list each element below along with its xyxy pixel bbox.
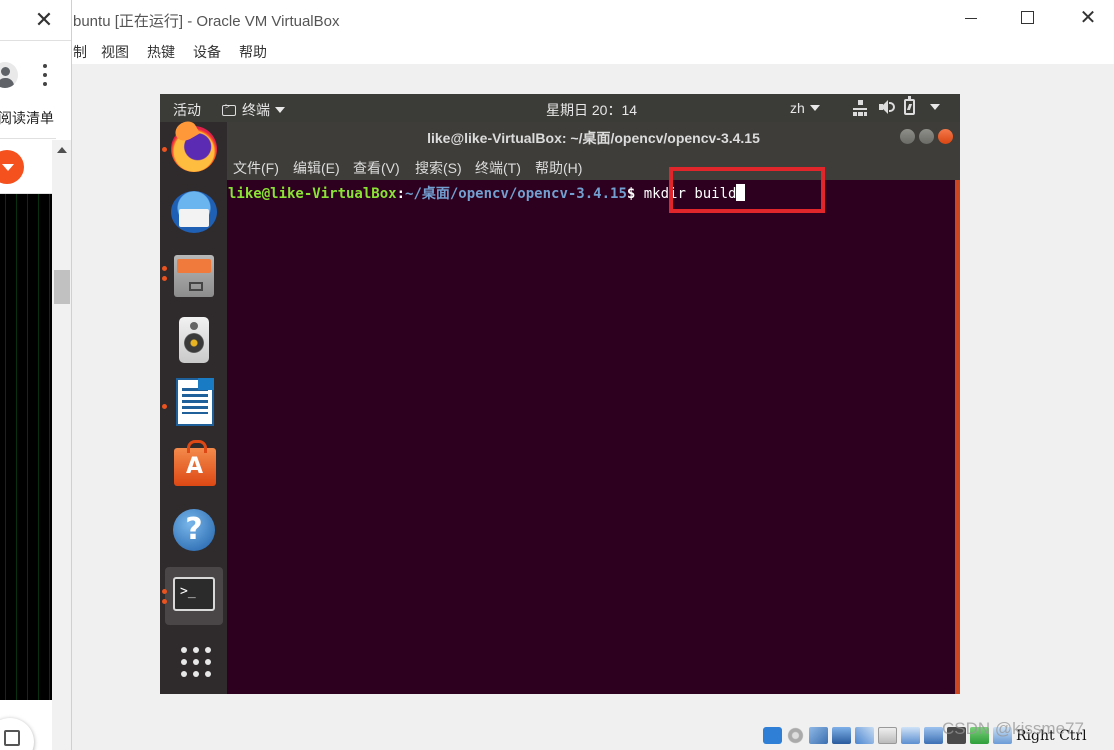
app-menu-label: 终端 <box>242 102 270 118</box>
chevron-down-icon <box>930 104 940 110</box>
browser-close-button[interactable]: ✕ <box>30 6 58 34</box>
libreoffice-writer-icon <box>176 378 214 426</box>
volume-icon <box>878 99 895 115</box>
vbox-titlebar: buntu [正在运行] - Oracle VM VirtualBox ✕ <box>0 0 1114 38</box>
video-capture-icon[interactable] <box>924 727 943 744</box>
terminal-icon: >_ <box>173 577 215 611</box>
usb-icon[interactable] <box>855 727 874 744</box>
vbox-menu-view[interactable]: 视图 <box>101 42 129 62</box>
terminal-close-button[interactable] <box>938 129 953 144</box>
prompt-colon: : <box>396 186 406 202</box>
dock-files[interactable] <box>162 249 223 307</box>
more-options-icon[interactable] <box>40 64 50 86</box>
terminal-small-icon <box>222 102 236 116</box>
firefox-icon <box>171 126 217 172</box>
system-menu[interactable] <box>852 96 940 116</box>
watermark: CSDN @kissme77 <box>942 719 1084 738</box>
dock-help[interactable]: ? <box>165 504 223 562</box>
dropdown-arrow-icon[interactable] <box>0 150 24 184</box>
dock-firefox[interactable] <box>162 122 223 180</box>
prompt-user: like@like-VirtualBox <box>228 186 397 202</box>
browser-scrollbar[interactable] <box>52 140 71 750</box>
display-icon[interactable] <box>901 727 920 744</box>
vbox-menu-help[interactable]: 帮助 <box>239 42 267 62</box>
help-icon: ? <box>173 509 215 551</box>
scrollbar-thumb[interactable] <box>54 270 70 304</box>
clock[interactable]: 星期日 20：14 <box>546 100 637 120</box>
ubuntu-software-icon <box>174 440 216 486</box>
screen: buntu [正在运行] - Oracle VM VirtualBox ✕ 制 … <box>0 0 1114 750</box>
terminal-titlebar[interactable]: like@like-VirtualBox: ~/桌面/opencv/opencv… <box>227 122 960 152</box>
vm-guest-screen[interactable]: 活动 终端 星期日 20：14 zh ? >_ like@like- <box>160 94 960 694</box>
dock-thunderbird[interactable] <box>165 185 223 243</box>
profile-avatar-icon[interactable] <box>0 62 18 88</box>
input-method-indicator[interactable]: zh <box>790 100 820 116</box>
highlight-box <box>669 167 825 213</box>
vbox-menu-devices[interactable]: 设备 <box>193 42 221 62</box>
terminal-menu-search[interactable]: 搜索(S) <box>415 158 462 178</box>
terminal-scrollbar[interactable] <box>955 180 960 694</box>
terminal-menu-help[interactable]: 帮助(H) <box>535 158 582 178</box>
dock-libreoffice-writer[interactable] <box>162 376 223 434</box>
terminal-window[interactable]: like@like-VirtualBox: ~/桌面/opencv/opencv… <box>227 122 960 694</box>
divider <box>0 40 71 41</box>
maximize-button[interactable] <box>1021 11 1034 24</box>
terminal-menu-terminal[interactable]: 终端(T) <box>475 158 521 178</box>
rhythmbox-icon <box>179 317 209 363</box>
terminal-output[interactable]: like@like-VirtualBox:~/桌面/opencv/opencv-… <box>227 180 960 694</box>
prompt-line: like@like-VirtualBox:~/桌面/opencv/opencv-… <box>228 183 746 203</box>
reading-list-label[interactable]: 阅读清单 <box>0 108 54 128</box>
terminal-menu-view[interactable]: 查看(V) <box>353 158 400 178</box>
prompt-symbol: $ <box>626 186 644 202</box>
dock-ubuntu-software[interactable] <box>165 440 223 498</box>
dock-terminal[interactable]: >_ <box>162 567 223 625</box>
terminal-maximize-button[interactable] <box>919 129 934 144</box>
harddisk-icon[interactable] <box>763 727 782 744</box>
terminal-title: like@like-VirtualBox: ~/桌面/opencv/opencv… <box>427 130 760 146</box>
network-icon <box>852 99 868 116</box>
terminal-menubar: 文件(F) 编辑(E) 查看(V) 搜索(S) 终端(T) 帮助(H) <box>227 152 960 180</box>
vbox-menubar: 制 视图 热键 设备 帮助 <box>0 38 1114 64</box>
scroll-up-arrow-icon[interactable] <box>57 147 67 153</box>
minimize-button[interactable] <box>962 8 982 28</box>
dock-show-applications[interactable] <box>165 631 223 689</box>
thunderbird-icon <box>171 191 217 233</box>
files-icon <box>174 255 214 297</box>
input-method-label: zh <box>790 100 805 116</box>
app-menu-button[interactable]: 终端 <box>222 100 285 120</box>
optical-drive-icon[interactable] <box>786 727 805 744</box>
battery-icon <box>904 96 915 115</box>
browser-window-edge: ✕ 阅读清单 <box>0 0 72 750</box>
shared-folders-icon[interactable] <box>878 727 897 744</box>
terminal-minimize-button[interactable] <box>900 129 915 144</box>
terminal-menu-file[interactable]: 文件(F) <box>233 158 279 178</box>
divider <box>0 138 56 139</box>
chevron-down-icon <box>275 107 285 113</box>
terminal-menu-edit[interactable]: 编辑(E) <box>293 158 340 178</box>
window-title: buntu [正在运行] - Oracle VM VirtualBox <box>73 13 340 30</box>
page-background-image <box>0 194 52 750</box>
ubuntu-dock: ? >_ <box>160 122 227 694</box>
ubuntu-top-bar: 活动 终端 星期日 20：14 zh <box>160 94 960 122</box>
vbox-menu-control[interactable]: 制 <box>73 42 87 62</box>
close-window-button[interactable]: ✕ <box>1077 6 1099 30</box>
audio-icon[interactable] <box>809 727 828 744</box>
prompt-path: ~/桌面/opencv/opencv-3.4.15 <box>405 186 627 202</box>
show-applications-icon <box>181 647 211 677</box>
network-adapter-icon[interactable] <box>832 727 851 744</box>
activities-button[interactable]: 活动 <box>173 100 201 120</box>
vbox-menu-hotkeys[interactable]: 热键 <box>147 42 175 62</box>
chevron-down-icon <box>809 105 820 111</box>
dock-rhythmbox[interactable] <box>165 313 223 371</box>
